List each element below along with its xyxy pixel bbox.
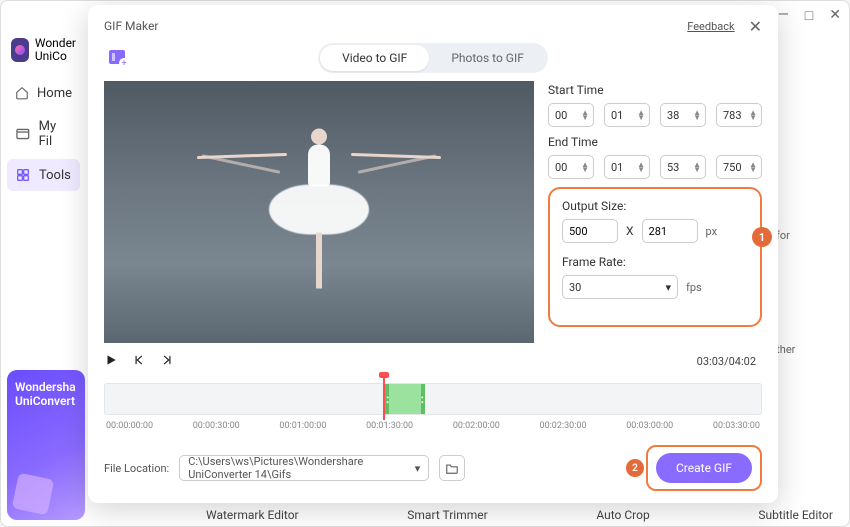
nav-home[interactable]: Home <box>7 77 80 109</box>
promo-graphic <box>12 473 55 516</box>
tool-subtitle-editor[interactable]: Subtitle Editor <box>758 508 833 522</box>
nav-home-label: Home <box>37 86 72 101</box>
maximize-button[interactable]: □ <box>805 7 813 24</box>
tool-watermark[interactable]: Watermark Editor <box>206 508 299 522</box>
start-hh[interactable]: 00▲▼ <box>548 103 594 127</box>
nav-tools[interactable]: Tools <box>7 159 80 191</box>
start-ms[interactable]: 783▲▼ <box>716 103 762 127</box>
time-display: 03:03/04:02 <box>697 355 762 368</box>
nav-myfiles-label: My Fil <box>39 119 72 149</box>
gif-maker-dialog: GIF Maker Feedback ✕ + Video to GIF Phot… <box>88 5 778 503</box>
minimize-button[interactable]: — <box>778 7 789 23</box>
output-settings-card: 1 Output Size: X px Frame Rate: 30▾ <box>548 187 762 327</box>
main-area: se video ke your ly. D video for verter … <box>86 29 849 526</box>
output-width[interactable] <box>562 219 618 243</box>
prev-frame-button[interactable] <box>132 352 146 371</box>
promo-line1: Wondersha <box>15 380 77 394</box>
create-gif-button[interactable]: Create GIF <box>656 453 752 483</box>
next-frame-button[interactable] <box>160 352 174 371</box>
end-mm[interactable]: 01▲▼ <box>604 155 650 179</box>
create-gif-highlight: 2 Create GIF <box>646 445 762 491</box>
brand-text: WonderUniCo <box>35 37 76 63</box>
feedback-link[interactable]: Feedback <box>687 20 734 33</box>
timeline: 00:00:00:0000:00:30:0000:01:00:0000:01:3… <box>104 383 762 431</box>
video-preview[interactable] <box>104 81 534 343</box>
chevron-down-icon: ▾ <box>415 462 421 475</box>
timeline-ticks: 00:00:00:0000:00:30:0000:01:00:0000:01:3… <box>104 421 762 431</box>
promo-line2: UniConvert <box>15 394 77 408</box>
dialog-title: GIF Maker <box>104 19 158 33</box>
svg-text:+: + <box>121 59 126 69</box>
annotation-badge-2: 2 <box>626 459 644 477</box>
app-window: — □ ✕ WonderUniCo Home My Fil Tools Wond… <box>0 0 850 527</box>
start-ss[interactable]: 38▲▼ <box>660 103 706 127</box>
playback-controls: 03:03/04:02 <box>104 349 762 373</box>
tool-auto-crop[interactable]: Auto Crop <box>596 508 649 522</box>
frame-rate-select[interactable]: 30▾ <box>562 275 678 299</box>
file-location-select[interactable]: C:\Users\ws\Pictures\Wondershare UniConv… <box>179 455 429 481</box>
play-button[interactable] <box>104 352 118 371</box>
nav-my-files[interactable]: My Fil <box>7 111 80 157</box>
open-folder-button[interactable] <box>439 455 465 481</box>
end-ms[interactable]: 750▲▼ <box>716 155 762 179</box>
output-size-label: Output Size: <box>562 199 748 213</box>
start-mm[interactable]: 01▲▼ <box>604 103 650 127</box>
annotation-badge-1: 1 <box>752 227 772 247</box>
promo-card[interactable]: Wondersha UniConvert <box>7 370 85 520</box>
close-button[interactable]: ✕ <box>829 7 841 23</box>
add-media-icon[interactable]: + <box>104 44 132 72</box>
px-unit: px <box>706 225 718 238</box>
frame-rate-label: Frame Rate: <box>562 255 748 269</box>
end-time-label: End Time <box>548 135 762 149</box>
fps-unit: fps <box>686 281 702 294</box>
nav-tools-label: Tools <box>39 168 71 183</box>
tab-photos-to-gif[interactable]: Photos to GIF <box>429 45 546 71</box>
selection-range[interactable] <box>385 384 425 414</box>
tool-smart-trimmer[interactable]: Smart Trimmer <box>407 508 487 522</box>
tab-video-to-gif[interactable]: Video to GIF <box>320 45 429 71</box>
start-time-label: Start Time <box>548 83 762 97</box>
mode-tabs: Video to GIF Photos to GIF <box>318 43 548 73</box>
app-logo <box>11 38 29 62</box>
bottom-tools-row: Watermark Editor Smart Trimmer Auto Crop… <box>206 508 833 522</box>
end-ss[interactable]: 53▲▼ <box>660 155 706 179</box>
close-icon[interactable]: ✕ <box>749 17 762 36</box>
end-hh[interactable]: 00▲▼ <box>548 155 594 179</box>
chevron-down-icon: ▾ <box>665 281 671 294</box>
x-separator: X <box>626 224 634 238</box>
file-location-label: File Location: <box>104 462 169 475</box>
timeline-track[interactable] <box>104 383 762 415</box>
sidebar: WonderUniCo Home My Fil Tools Wondersha … <box>1 29 86 526</box>
output-height[interactable] <box>642 219 698 243</box>
